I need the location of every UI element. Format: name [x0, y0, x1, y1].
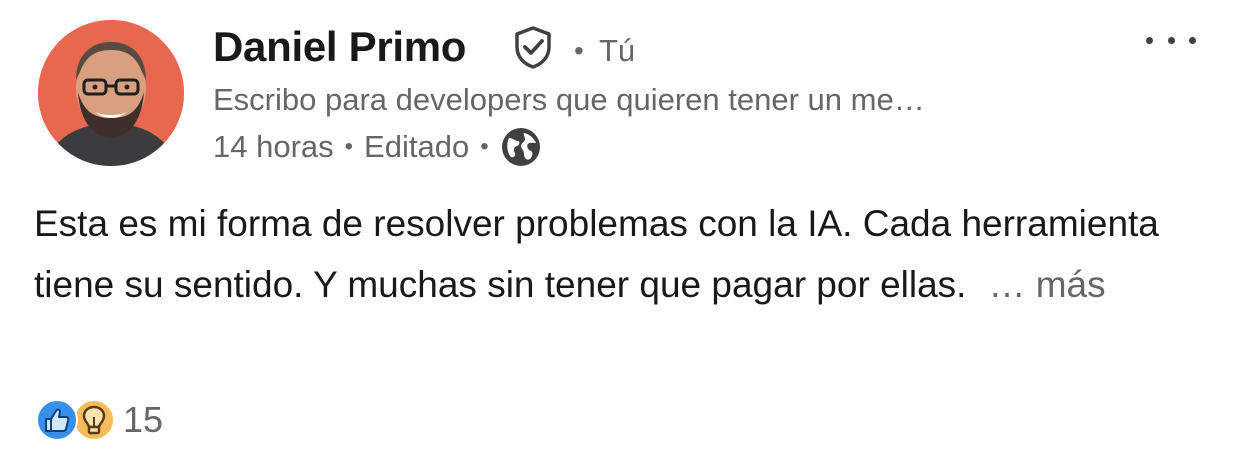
author-headline: Escribo para developers que quieren tene… — [213, 82, 925, 117]
edited-label: Editado — [364, 129, 470, 164]
more-dot — [1189, 36, 1196, 44]
avatar-photo — [38, 20, 184, 166]
reaction-count: 15 — [123, 399, 164, 440]
like-reaction-icon — [36, 399, 78, 441]
author-avatar[interactable] — [38, 20, 184, 166]
verified-shield-icon — [515, 26, 551, 69]
author-name[interactable]: Daniel Primo — [213, 22, 466, 72]
see-more-link[interactable]: … más — [988, 264, 1105, 305]
post-body: Esta es mi forma de resolver problemas c… — [34, 193, 1209, 315]
more-dot — [1167, 36, 1175, 44]
relation-label: Tú — [599, 33, 636, 68]
separator-dot: • — [344, 133, 354, 160]
reaction-icons — [36, 398, 116, 442]
reactions-summary[interactable]: 15 — [36, 398, 163, 442]
more-dot — [1146, 36, 1153, 44]
post-meta: 14 horas • Editado • — [213, 126, 542, 168]
separator-dot: • — [480, 133, 489, 160]
globe-icon[interactable] — [500, 126, 542, 168]
linkedin-post: Daniel Primo • Tú Escribo para developer… — [0, 0, 1239, 450]
separator-dot: • — [574, 35, 584, 66]
post-time: 14 horas — [213, 129, 334, 164]
insightful-reaction-icon — [73, 399, 115, 441]
more-options-icon[interactable] — [1146, 22, 1196, 58]
